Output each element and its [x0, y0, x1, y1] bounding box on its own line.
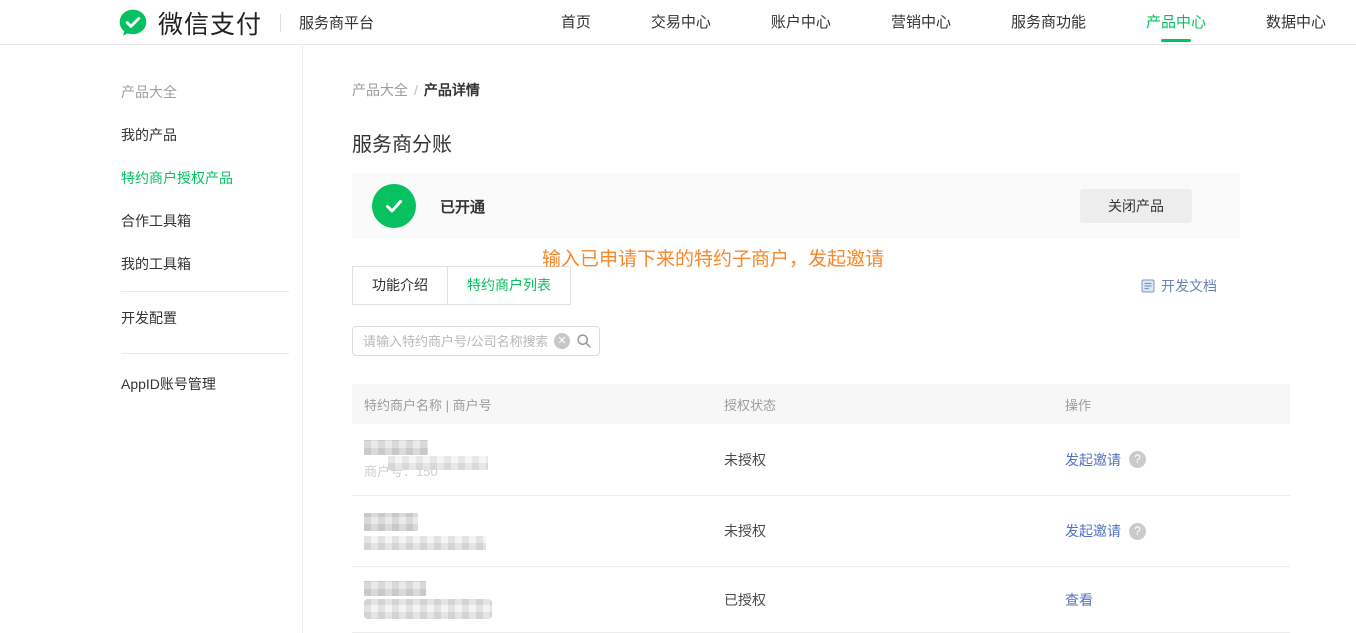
- table-row: 已授权 查看: [352, 567, 1290, 633]
- document-icon: [1141, 279, 1155, 293]
- tab-bar: 功能介绍 特约商户列表: [352, 266, 571, 305]
- sidebar-item-appid-account-management[interactable]: AppID账号管理: [0, 362, 302, 406]
- sidebar-item-cooperation-toolbox[interactable]: 合作工具箱: [0, 200, 302, 243]
- redacted-merchant-name: [364, 513, 418, 531]
- topbar-logo[interactable]: 微信支付 服务商平台: [118, 0, 374, 45]
- tab-submerchant-list[interactable]: 特约商户列表: [447, 267, 570, 304]
- merchant-cell: 商户号：150: [352, 440, 712, 479]
- sidebar-item-dev-config[interactable]: 开发配置: [0, 296, 302, 340]
- sidebar-item-my-toolbox[interactable]: 我的工具箱: [0, 243, 302, 286]
- sidebar-item-product-catalog[interactable]: 产品大全: [0, 71, 302, 114]
- nav-item-data-center[interactable]: 数据中心: [1266, 0, 1326, 45]
- auth-status-cell: 未授权: [712, 521, 1053, 541]
- auth-status-cell: 已授权: [712, 590, 1053, 610]
- action-cell: 查看: [1053, 590, 1290, 610]
- dev-docs-link[interactable]: 开发文档: [1141, 266, 1217, 305]
- main-area: 输入已申请下来的特约子商户，发起邀请 产品大全 / 产品详情 服务商分账 已开通 关…: [304, 46, 1356, 633]
- redacted-merchant-number: [364, 599, 492, 619]
- table-header-row: 特约商户名称 | 商户号 授权状态 操作: [352, 384, 1290, 424]
- tab-feature-intro[interactable]: 功能介绍: [353, 267, 447, 304]
- invite-link[interactable]: 发起邀请: [1065, 521, 1121, 541]
- redacted-merchant-number: [364, 536, 486, 550]
- auth-status-cell: 未授权: [712, 450, 1053, 470]
- success-check-icon: [372, 184, 416, 228]
- status-banner: 已开通 关闭产品: [352, 173, 1240, 239]
- nav-item-product-center[interactable]: 产品中心: [1146, 0, 1206, 45]
- logo-text: 微信支付: [158, 5, 262, 41]
- breadcrumb-separator: /: [414, 82, 418, 98]
- nav-item-marketing-center[interactable]: 营销中心: [891, 0, 951, 45]
- col-header-auth-status: 授权状态: [712, 395, 1053, 414]
- sidebar: 产品大全 我的产品 特约商户授权产品 合作工具箱 我的工具箱 开发配置 AppI…: [0, 46, 303, 633]
- top-bar: 微信支付 服务商平台 首页 交易中心 账户中心 营销中心 服务商功能 产品中心 …: [0, 0, 1356, 45]
- search-box: ✕: [352, 326, 600, 356]
- nav-item-home[interactable]: 首页: [561, 0, 591, 45]
- submerchant-table: 特约商户名称 | 商户号 授权状态 操作 商户号：150 未授权 发起邀请 ?: [352, 384, 1290, 633]
- redacted-merchant-name: [364, 440, 428, 455]
- breadcrumb: 产品大全 / 产品详情: [352, 80, 1290, 100]
- breadcrumb-current: 产品详情: [424, 82, 480, 98]
- portal-label: 服务商平台: [299, 12, 374, 33]
- table-row: 未授权 发起邀请 ?: [352, 496, 1290, 567]
- page-title: 服务商分账: [352, 128, 1290, 157]
- redacted-merchant-name: [364, 581, 426, 596]
- sidebar-divider: [121, 291, 289, 292]
- wechat-pay-logo-icon: [118, 8, 148, 38]
- dev-docs-link-label: 开发文档: [1161, 276, 1217, 296]
- table-row: 商户号：150 未授权 发起邀请 ?: [352, 424, 1290, 496]
- redacted-merchant-number: [388, 456, 488, 470]
- merchant-cell: [352, 581, 712, 619]
- tabs-row: 功能介绍 特约商户列表 开发文档: [352, 266, 1290, 305]
- nav-item-transaction-center[interactable]: 交易中心: [651, 0, 711, 45]
- close-product-button[interactable]: 关闭产品: [1080, 189, 1192, 223]
- logo-divider: [280, 14, 281, 32]
- sidebar-item-my-products[interactable]: 我的产品: [0, 114, 302, 157]
- status-text: 已开通: [440, 196, 485, 217]
- breadcrumb-parent[interactable]: 产品大全: [352, 82, 408, 98]
- nav-item-account-center[interactable]: 账户中心: [771, 0, 831, 45]
- action-cell: 发起邀请 ?: [1053, 521, 1290, 541]
- top-nav: 首页 交易中心 账户中心 营销中心 服务商功能 产品中心 数据中心: [561, 0, 1356, 45]
- search-icon[interactable]: [576, 333, 592, 354]
- action-cell: 发起邀请 ?: [1053, 450, 1290, 470]
- sidebar-item-submerchant-authorized-products[interactable]: 特约商户授权产品: [0, 157, 302, 200]
- col-header-action: 操作: [1053, 395, 1290, 414]
- nav-item-provider-features[interactable]: 服务商功能: [1011, 0, 1086, 45]
- clear-icon[interactable]: ✕: [554, 333, 570, 349]
- view-link[interactable]: 查看: [1065, 590, 1093, 610]
- annotation-text: 输入已申请下来的特约子商户，发起邀请: [542, 244, 884, 271]
- invite-link[interactable]: 发起邀请: [1065, 450, 1121, 470]
- help-icon[interactable]: ?: [1129, 523, 1146, 540]
- sidebar-divider: [121, 353, 289, 354]
- merchant-number-line: 商户号：150: [364, 461, 712, 479]
- merchant-cell: [352, 513, 712, 550]
- help-icon[interactable]: ?: [1129, 451, 1146, 468]
- col-header-merchant: 特约商户名称 | 商户号: [352, 395, 712, 414]
